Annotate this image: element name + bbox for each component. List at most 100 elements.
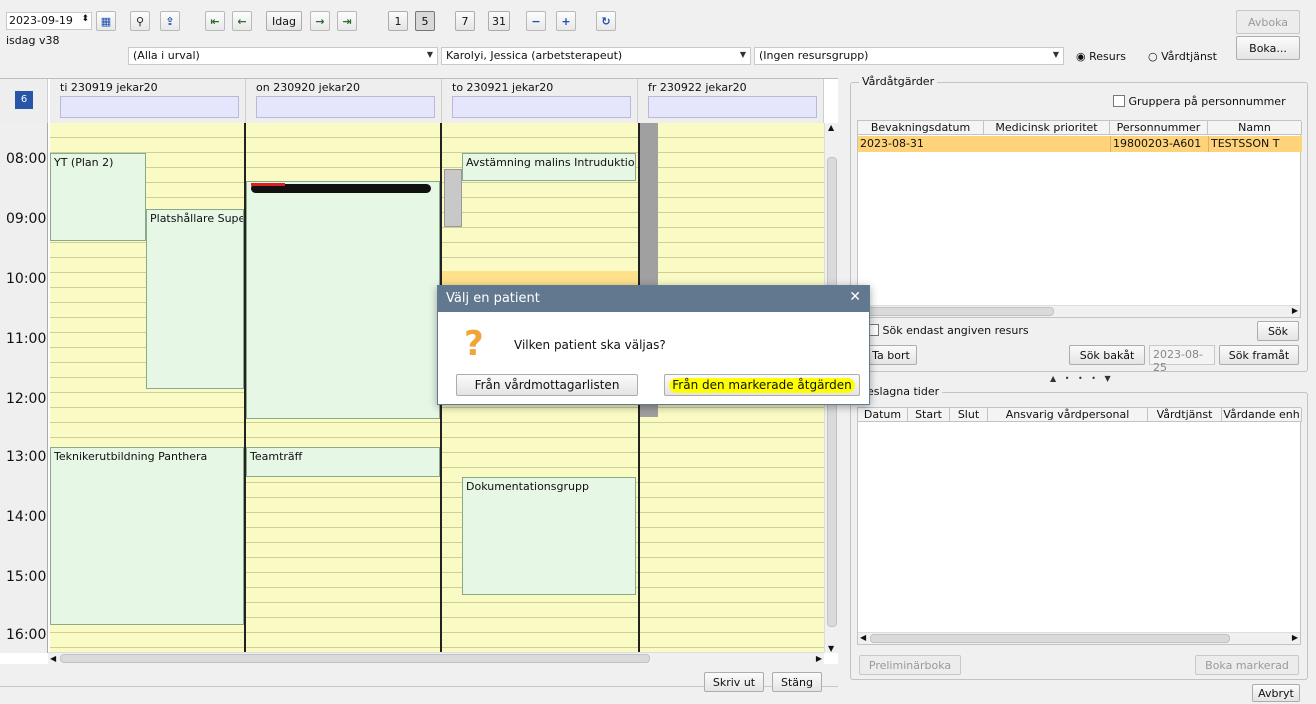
- appointment-avstamning[interactable]: Avstämning malins Intruduktion: [462, 153, 636, 181]
- selection-value: (Alla i urval): [133, 49, 200, 62]
- close-button[interactable]: Stäng: [772, 672, 822, 692]
- print-button[interactable]: Skriv ut: [704, 672, 764, 692]
- col-header-ansvarig[interactable]: Ansvarig vårdpersonal: [988, 408, 1148, 422]
- hour-label: 13:00: [6, 449, 47, 465]
- table-row[interactable]: 2023-08-31 19800203-A601 TESTSSON T: [858, 136, 1302, 152]
- day-allday-box[interactable]: [60, 96, 239, 118]
- avboka-button[interactable]: Avboka: [1236, 10, 1300, 34]
- day-allday-box[interactable]: [452, 96, 631, 118]
- hour-label: 10:00: [6, 271, 47, 287]
- from-marked-action-button[interactable]: Från den markerade åtgärden: [664, 374, 860, 396]
- scroll-left-icon[interactable]: ◀: [50, 654, 56, 663]
- preliminarboka-button[interactable]: Preliminärboka: [859, 655, 961, 675]
- group-by-checkbox[interactable]: Gruppera på personnummer: [1113, 95, 1286, 108]
- back-week-icon[interactable]: ⇤: [205, 11, 225, 31]
- refresh-icon[interactable]: ↻: [596, 11, 616, 31]
- vardatgarder-table: Bevakningsdatum Medicinsk prioritet Pers…: [857, 120, 1302, 318]
- boka-markerad-button[interactable]: Boka markerad: [1195, 655, 1299, 675]
- appointment-teamtraff[interactable]: Teamträff: [246, 447, 440, 477]
- boka-button[interactable]: Boka...: [1236, 36, 1300, 60]
- group-by-label: Gruppera på personnummer: [1128, 95, 1286, 108]
- resource-group-value: (Ingen resursgrupp): [759, 49, 869, 62]
- appointment-dokumentation[interactable]: Dokumentationsgrupp: [462, 477, 636, 595]
- appointment-title: Dokumentationsgrupp: [466, 480, 589, 493]
- col-header-bevakningsdatum[interactable]: Bevakningsdatum: [858, 121, 984, 135]
- scroll-right-icon[interactable]: ▶: [1292, 306, 1298, 315]
- hour-label: 12:00: [6, 391, 47, 407]
- scroll-up-icon[interactable]: ▲: [828, 123, 834, 132]
- col-header-datum[interactable]: Datum: [858, 408, 908, 422]
- selection-dropdown[interactable]: (Alla i urval) ▼: [128, 47, 438, 65]
- search-forward-button[interactable]: Sök framåt: [1219, 345, 1299, 365]
- search-date-field[interactable]: 2023-08-25: [1149, 345, 1215, 374]
- dialog-title-bar: Välj en patient ✕: [438, 286, 869, 312]
- scroll-right-icon[interactable]: ▶: [1292, 633, 1298, 642]
- zoom-out-icon[interactable]: −: [526, 11, 546, 31]
- date-field[interactable]: 2023-09-19 ⬍: [6, 12, 92, 30]
- calendar-horizontal-scrollbar[interactable]: ◀ ▶: [48, 652, 824, 664]
- back-day-icon[interactable]: ←: [232, 11, 252, 31]
- checkbox-icon: [1113, 95, 1125, 107]
- hour-label: 15:00: [6, 569, 47, 585]
- hour-label: 08:00: [6, 151, 47, 167]
- scroll-right-icon[interactable]: ▶: [816, 654, 822, 663]
- col-header-vardtjanst[interactable]: Vårdtjänst: [1148, 408, 1222, 422]
- table-horizontal-scrollbar[interactable]: ◀ ▶: [858, 632, 1300, 644]
- search-back-button[interactable]: Sök bakåt: [1069, 345, 1145, 365]
- day-header-fri[interactable]: fr 230922 jekar20: [638, 79, 824, 123]
- col-header-vardande-enhet[interactable]: Vårdande enh: [1222, 408, 1302, 422]
- scroll-down-icon[interactable]: ▼: [828, 644, 834, 653]
- search-button[interactable]: Sök: [1257, 321, 1299, 341]
- view-1-day-button[interactable]: 1: [388, 11, 408, 31]
- thu-side-block: [444, 169, 462, 227]
- remove-button[interactable]: Ta bort: [865, 345, 917, 365]
- splitter-handle[interactable]: ▲ • • • ▼: [1050, 374, 1114, 383]
- appointment-platshallare[interactable]: Platshållare Supe: [146, 209, 244, 389]
- today-button[interactable]: Idag: [266, 11, 302, 31]
- calendar-picker-icon[interactable]: ▦: [96, 11, 116, 31]
- resource-dropdown[interactable]: Karolyi, Jessica (arbetsterapeut) ▼: [441, 47, 751, 65]
- redaction-mark-red: [251, 183, 285, 186]
- col-header-namn[interactable]: Namn: [1208, 121, 1302, 135]
- table-horizontal-scrollbar[interactable]: ▶: [858, 305, 1300, 317]
- scroll-thumb[interactable]: [864, 307, 1054, 316]
- view-31-day-button[interactable]: 31: [488, 11, 510, 31]
- day-label: ti 230919 jekar20: [60, 81, 158, 94]
- scroll-thumb[interactable]: [60, 654, 650, 663]
- forward-day-icon[interactable]: →: [310, 11, 330, 31]
- binoculars-icon[interactable]: ⚲: [130, 11, 150, 31]
- day-header-tue[interactable]: ti 230919 jekar20: [50, 79, 246, 123]
- appointment-redacted[interactable]: [246, 181, 440, 419]
- appointment-title: YT (Plan 2): [54, 156, 114, 169]
- view-5-day-button[interactable]: 5: [415, 11, 435, 31]
- export-icon[interactable]: ⇪: [160, 11, 180, 31]
- view-7-day-button[interactable]: 7: [455, 11, 475, 31]
- zoom-in-icon[interactable]: +: [556, 11, 576, 31]
- close-icon[interactable]: ✕: [849, 289, 861, 305]
- scroll-thumb[interactable]: [870, 634, 1230, 643]
- foreslagna-group: öreslagna tider Datum Start Slut Ansvari…: [850, 385, 1308, 680]
- date-spinner-icon[interactable]: ⬍: [81, 14, 89, 24]
- day-allday-box[interactable]: [256, 96, 435, 118]
- search-only-checkbox[interactable]: Sök endast angiven resurs: [867, 324, 1029, 337]
- resource-group-dropdown[interactable]: (Ingen resursgrupp) ▼: [754, 47, 1064, 65]
- radio-vardtjanst[interactable]: ○ Vårdtjänst: [1148, 50, 1217, 63]
- from-patient-list-button[interactable]: Från vårdmottagarlisten: [456, 374, 638, 396]
- day-allday-box[interactable]: [648, 96, 817, 118]
- forward-week-icon[interactable]: ⇥: [337, 11, 357, 31]
- col-header-slut[interactable]: Slut: [950, 408, 988, 422]
- calendar-settings-icon[interactable]: 6: [15, 91, 33, 109]
- vardatgarder-group: Vårdåtgärder Gruppera på personnummer Be…: [850, 75, 1308, 374]
- day-header-thu[interactable]: to 230921 jekar20: [442, 79, 638, 123]
- cancel-button[interactable]: Avbryt: [1252, 684, 1300, 702]
- appointment-title: Platshållare Supe: [150, 212, 244, 225]
- appointment-yt[interactable]: YT (Plan 2): [50, 153, 146, 241]
- col-header-personnummer[interactable]: Personnummer: [1110, 121, 1208, 135]
- appointment-title: Teknikerutbildning Panthera: [54, 450, 208, 463]
- day-header-wed[interactable]: on 230920 jekar20: [246, 79, 442, 123]
- col-header-prioritet[interactable]: Medicinsk prioritet: [984, 121, 1110, 135]
- radio-resurs[interactable]: ◉ Resurs: [1076, 50, 1126, 63]
- scroll-left-icon[interactable]: ◀: [860, 633, 866, 642]
- appointment-teknikerutbildning[interactable]: Teknikerutbildning Panthera: [50, 447, 244, 625]
- col-header-start[interactable]: Start: [908, 408, 950, 422]
